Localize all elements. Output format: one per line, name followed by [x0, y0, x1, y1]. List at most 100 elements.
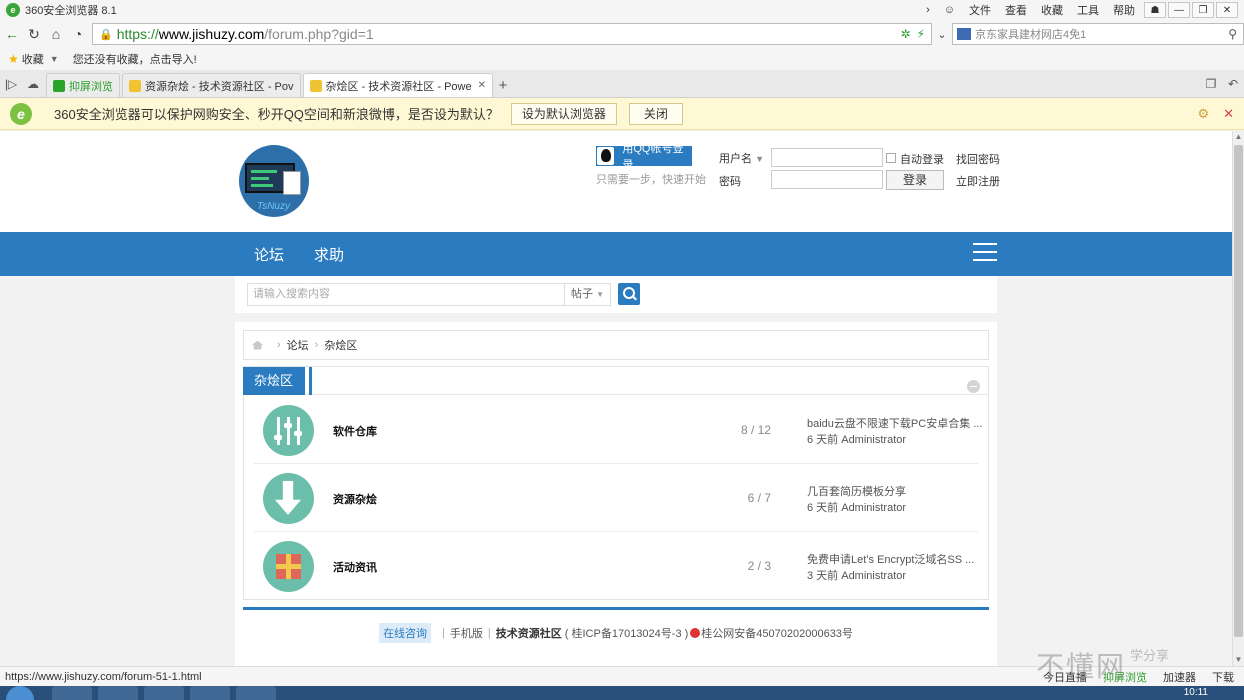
- username-label[interactable]: 用户名 ▼: [719, 150, 764, 166]
- nav-help[interactable]: 求助: [314, 244, 344, 265]
- settings-icon[interactable]: ⚙: [1197, 106, 1209, 122]
- close-tab-icon[interactable]: ✕: [478, 80, 486, 91]
- search-engine-placeholder: 京东家具建材网店4免1: [975, 29, 1087, 41]
- register-link[interactable]: 立即注册: [956, 173, 1000, 189]
- slider-knob: [294, 431, 302, 436]
- online-consult-button[interactable]: 在线咨询: [379, 623, 432, 643]
- hamburger-menu-icon[interactable]: [973, 243, 997, 263]
- login-button[interactable]: 登录: [886, 170, 944, 190]
- set-default-button[interactable]: 设为默认浏览器: [510, 102, 617, 125]
- lightning-icon[interactable]: ⚡: [917, 27, 925, 41]
- status-url: https://www.jishuzy.com/forum-51-1.html: [5, 670, 202, 683]
- taskbar-app[interactable]: [98, 686, 138, 700]
- scroll-up-icon[interactable]: ▲: [1233, 131, 1244, 143]
- forum-stats: 2 / 3: [747, 559, 771, 573]
- mobile-link[interactable]: 手机版: [450, 625, 483, 641]
- search-engine-input[interactable]: 京东家具建材网店4免1 ⚲: [952, 23, 1244, 45]
- sliders-icon[interactable]: [263, 405, 314, 456]
- dismiss-button[interactable]: 关闭: [628, 102, 683, 125]
- find-password-link[interactable]: 找回密码: [956, 151, 1000, 167]
- qq-login-button[interactable]: 用QQ帐号登录: [596, 143, 692, 171]
- gear-icon[interactable]: ✲: [901, 27, 911, 41]
- taskbar-app[interactable]: [144, 686, 184, 700]
- last-post-title[interactable]: baidu云盘不限速下载PC安卓合集 ...: [807, 415, 982, 431]
- close-window-button[interactable]: ✕: [1216, 2, 1238, 18]
- scroll-thumb[interactable]: [1234, 145, 1243, 637]
- close-icon[interactable]: ✕: [1223, 106, 1234, 122]
- gift-ribbon: [276, 564, 301, 569]
- last-post-meta[interactable]: 6 天前 Administrator: [807, 499, 906, 515]
- arrow-shape: [275, 481, 301, 515]
- minimize-button[interactable]: —: [1168, 2, 1190, 18]
- password-input[interactable]: [771, 170, 883, 189]
- username-input[interactable]: [771, 148, 883, 167]
- forum-row[interactable]: 资源杂烩 6 / 7 几百套简历模板分享 6 天前 Administrator: [244, 464, 988, 532]
- download-arrow-icon[interactable]: [263, 473, 314, 524]
- scroll-down-icon[interactable]: ▼: [1233, 654, 1244, 666]
- breadcrumb-forum[interactable]: 论坛: [287, 337, 309, 353]
- collapse-icon[interactable]: [967, 380, 980, 393]
- breadcrumb-current[interactable]: 杂烩区: [324, 337, 357, 353]
- forum-name[interactable]: 资源杂烩: [333, 491, 377, 507]
- police-record-link[interactable]: 桂公网安备45070202000633号: [701, 625, 853, 641]
- bookmarks-import-hint[interactable]: 您还没有收藏，点击导入!: [73, 51, 197, 67]
- forum-search-input[interactable]: 请输入搜索内容: [247, 283, 565, 306]
- user-icon[interactable]: ☺: [937, 4, 962, 16]
- last-post-meta[interactable]: 6 天前 Administrator: [807, 431, 906, 447]
- forum-category: 杂烩区 软件仓库 8 / 12 baidu云盘不限速下载PC安卓合集 ... 6…: [243, 366, 989, 600]
- search-type-select[interactable]: 帖子 ▼: [565, 283, 611, 306]
- last-post-title[interactable]: 几百套简历模板分享: [807, 483, 906, 499]
- category-title[interactable]: 杂烩区: [243, 367, 312, 395]
- taskbar-app[interactable]: [52, 686, 92, 700]
- taskbar-app[interactable]: [236, 686, 276, 700]
- gift-icon[interactable]: [263, 541, 314, 592]
- os-taskbar: 10:11: [0, 686, 1244, 700]
- forum-row[interactable]: 软件仓库 8 / 12 baidu云盘不限速下载PC安卓合集 ... 6 天前 …: [244, 396, 988, 464]
- maximize-button[interactable]: ❐: [1192, 2, 1214, 18]
- tab-label: 资源杂烩 - 技术资源社区 - Pov: [145, 80, 294, 93]
- home-icon[interactable]: [252, 340, 263, 350]
- menu-help[interactable]: 帮助: [1106, 2, 1142, 18]
- tab-screen-browse[interactable]: 抑屏浏览: [46, 73, 120, 97]
- menu-tools[interactable]: 工具: [1070, 2, 1106, 18]
- forum-stats: 8 / 12: [740, 423, 771, 437]
- address-toolbar: ← ↻ ⌂ ◔ 🔒 https://www.jishuzy.com/forum.…: [0, 20, 1244, 48]
- skin-icon[interactable]: ☗: [1144, 2, 1166, 18]
- last-post-title[interactable]: 免费申请Let’s Encrypt泛域名SS ...: [807, 551, 974, 567]
- chevron-down-icon[interactable]: ⌄: [932, 28, 952, 41]
- new-tab-button[interactable]: +: [493, 73, 513, 97]
- forum-row[interactable]: 活动资讯 2 / 3 免费申请Let’s Encrypt泛域名SS ... 3 …: [244, 532, 988, 600]
- undo-close-icon[interactable]: ↶: [1222, 71, 1244, 97]
- restore-session-icon[interactable]: ◔: [68, 24, 88, 44]
- site-name-link[interactable]: 技术资源社区: [496, 625, 562, 641]
- search-button[interactable]: [618, 283, 640, 305]
- page-scrollbar[interactable]: ▲ ▼: [1232, 131, 1244, 666]
- forum-name[interactable]: 活动资讯: [333, 559, 377, 575]
- forum-name[interactable]: 软件仓库: [333, 423, 377, 439]
- download-button[interactable]: 下载: [1212, 669, 1234, 685]
- chevron-right-icon[interactable]: ›: [919, 4, 937, 16]
- tab-list-icon[interactable]: ❐: [1200, 71, 1222, 97]
- bookmarks-menu[interactable]: 收藏: [22, 51, 44, 67]
- last-post-meta[interactable]: 3 天前 Administrator: [807, 567, 906, 583]
- tab-resources[interactable]: 资源杂烩 - 技术资源社区 - Pov: [122, 73, 301, 97]
- url-input[interactable]: 🔒 https://www.jishuzy.com/forum.php?gid=…: [92, 23, 932, 45]
- home-icon[interactable]: ⌂: [46, 24, 66, 44]
- nav-forum[interactable]: 论坛: [254, 244, 284, 265]
- site-logo[interactable]: TsNuzy: [239, 145, 309, 217]
- slider-track: [287, 417, 290, 445]
- menu-file[interactable]: 文件: [962, 2, 998, 18]
- taskbar-app[interactable]: [190, 686, 230, 700]
- start-button[interactable]: [6, 686, 34, 700]
- menu-view[interactable]: 查看: [998, 2, 1034, 18]
- refresh-icon[interactable]: ↻: [24, 24, 44, 44]
- sidebar-toggle-icon[interactable]: |▷: [0, 71, 22, 97]
- menu-favorites[interactable]: 收藏: [1034, 2, 1070, 18]
- tab-misc-forum[interactable]: 杂烩区 - 技术资源社区 - Powe ✕: [302, 73, 493, 97]
- icp-link[interactable]: ( 桂ICP备17013024号-3 ): [565, 625, 689, 641]
- search-icon[interactable]: ⚲: [1228, 27, 1237, 41]
- cloud-icon[interactable]: ☁: [22, 71, 44, 97]
- back-arrow-icon[interactable]: ←: [2, 24, 22, 44]
- chevron-down-icon[interactable]: ▼: [50, 54, 59, 64]
- auto-login-checkbox[interactable]: [886, 153, 896, 163]
